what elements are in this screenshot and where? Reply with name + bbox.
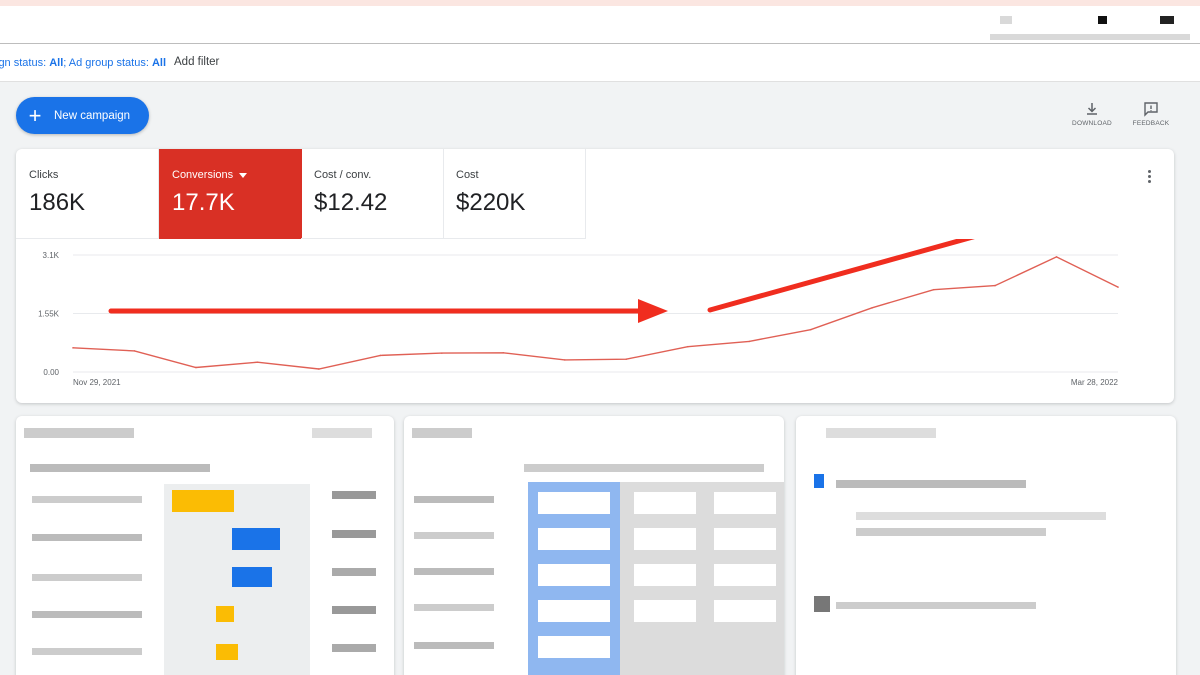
blurred-card-left [16, 416, 394, 675]
x-tick-end: Mar 28, 2022 [1071, 378, 1119, 387]
y-tick-label: 3.1K [43, 251, 60, 260]
x-tick-start: Nov 29, 2021 [73, 378, 121, 387]
download-icon [1087, 103, 1097, 115]
blurred-card-middle [404, 416, 784, 675]
data-point [625, 358, 628, 360]
annotation-arrow-rising [707, 239, 975, 313]
filter-bar: ign status: All; Ad group status: All Ad… [0, 44, 1200, 82]
blurred-card-right [796, 416, 1176, 675]
download-label: DOWNLOAD [1072, 120, 1112, 127]
data-point [256, 361, 259, 363]
data-point [809, 328, 812, 331]
data-point [994, 284, 996, 287]
feedback-button[interactable]: FEEDBACK [1129, 101, 1173, 127]
data-point [1117, 286, 1119, 288]
new-campaign-label: New campaign [54, 109, 131, 122]
feedback-icon [1144, 102, 1158, 117]
data-point [502, 351, 505, 354]
blurred-element [1160, 16, 1174, 24]
data-point [932, 288, 935, 291]
metric-tile-cost-per-conv[interactable]: Cost / conv. $12.42 [301, 149, 444, 239]
performance-card: Clicks 186K Conversions 17.7K Cost / con… [16, 149, 1174, 403]
metric-tile-clicks[interactable]: Clicks 186K [16, 149, 159, 239]
conversions-line-chart: 0.00 1.55K 3.1K Nov 29, 2021 Mar 28, 2022 [38, 239, 1119, 387]
blurred-element [1098, 16, 1107, 24]
more-options-icon[interactable] [1144, 169, 1154, 185]
dropdown-caret-icon[interactable] [239, 172, 248, 178]
annotation-arrow-flat [108, 299, 668, 323]
plus-icon: + [28, 102, 42, 128]
y-tick-label: 1.55K [38, 310, 60, 319]
metric-label: Clicks [29, 169, 59, 181]
metric-value: 17.7K [172, 189, 235, 216]
metric-label: Conversions [172, 169, 234, 181]
data-point [72, 347, 74, 349]
data-point [686, 345, 689, 348]
data-point [871, 307, 873, 309]
data-point [318, 368, 320, 370]
data-point [441, 352, 443, 354]
metric-value: 186K [29, 189, 86, 216]
data-point [133, 350, 136, 352]
metric-tile-cost[interactable]: Cost $220K [443, 149, 586, 239]
data-point [563, 359, 566, 361]
blurred-element [1000, 16, 1012, 24]
data-point [195, 366, 197, 369]
status-filter-chip[interactable]: ign status: All; Ad group status: All [0, 57, 166, 69]
metric-label: Cost [456, 169, 479, 181]
data-point [1055, 256, 1058, 258]
metric-value: $12.42 [314, 189, 388, 216]
data-point [379, 354, 382, 357]
new-campaign-button[interactable]: + New campaign [16, 97, 149, 134]
data-point [748, 340, 750, 343]
top-bar [0, 6, 1200, 44]
metric-value: $220K [456, 189, 526, 216]
metric-label: Cost / conv. [314, 169, 372, 181]
metric-tile-conversions[interactable]: Conversions 17.7K [159, 149, 302, 239]
download-button[interactable]: DOWNLOAD [1070, 101, 1114, 127]
feedback-label: FEEDBACK [1132, 120, 1170, 127]
y-tick-label: 0.00 [43, 368, 59, 377]
blurred-element [990, 34, 1190, 40]
add-filter-button[interactable]: Add filter [174, 56, 219, 68]
